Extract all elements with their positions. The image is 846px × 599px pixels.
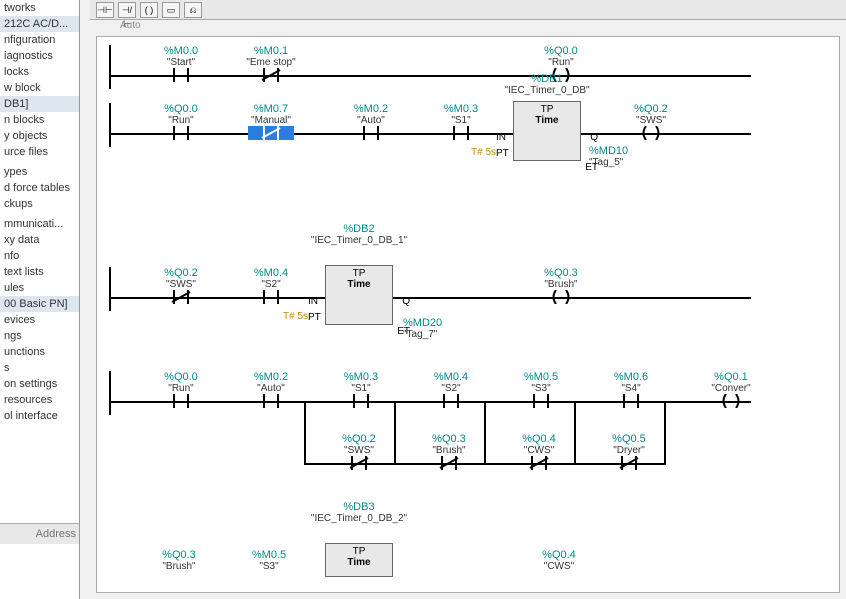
- tree-item[interactable]: tworks: [0, 0, 79, 16]
- project-tree-sidebar[interactable]: tworks 212C AC/D... nfiguration iagnosti…: [0, 0, 80, 599]
- tree-item[interactable]: urce files: [0, 144, 79, 160]
- pin-q: Q: [402, 296, 410, 307]
- timer-instance: %DB2: [309, 223, 409, 235]
- pt-value[interactable]: T# 5s: [283, 311, 308, 322]
- pt-value[interactable]: T# 5s: [471, 147, 496, 158]
- no-contact[interactable]: %M0.4"S2": [411, 371, 491, 411]
- tree-item[interactable]: mmunicati...: [0, 216, 79, 232]
- tree-item[interactable]: on settings: [0, 376, 79, 392]
- tree-item[interactable]: 00 Basic PN]: [0, 296, 79, 312]
- et-name: "Tag_7": [403, 329, 442, 340]
- rung-4[interactable]: %Q0.0"Run" %M0.2"Auto" %M0.3"S1" %M0.4"S…: [109, 371, 827, 491]
- no-contact[interactable]: %Q0.0"Run": [141, 371, 221, 411]
- no-contact[interactable]: %Q0.0 "Run": [141, 103, 221, 143]
- rung-1[interactable]: %M0.0 "Start" %M0.1 "Eme stop" %Q0.0 "Ru…: [109, 45, 827, 89]
- pin-in: IN: [308, 296, 318, 307]
- pin-pt: PT: [496, 148, 509, 159]
- contact[interactable]: %M0.5"S3": [229, 549, 309, 572]
- tree-item[interactable]: w block: [0, 80, 79, 96]
- pin-pt: PT: [308, 312, 321, 323]
- tree-item[interactable]: xy data: [0, 232, 79, 248]
- nc-contact[interactable]: %M0.1 "Eme stop": [231, 45, 311, 85]
- timer-instance: %DB1: [497, 73, 597, 85]
- timer-name: "IEC_Timer_0_DB": [497, 85, 597, 96]
- tool-btn-5[interactable]: ⎌: [184, 2, 202, 18]
- no-contact[interactable]: %M0.4 "S2": [231, 267, 311, 307]
- tree-item[interactable]: s: [0, 360, 79, 376]
- tree-item[interactable]: resources: [0, 392, 79, 408]
- tree-item[interactable]: nfiguration: [0, 32, 79, 48]
- output-coil[interactable]: %Q0.3 "Brush": [521, 267, 601, 307]
- tree-item[interactable]: text lists: [0, 264, 79, 280]
- tree-item[interactable]: ckups: [0, 196, 79, 212]
- tree-item[interactable]: ules: [0, 280, 79, 296]
- et-addr: %MD20: [403, 317, 442, 329]
- nc-contact[interactable]: %Q0.2 "SWS": [141, 267, 221, 307]
- tool-btn-1[interactable]: ⊣⊢: [96, 2, 114, 18]
- timer-instance: %DB3: [309, 501, 409, 513]
- no-contact[interactable]: %M0.5"S3": [501, 371, 581, 411]
- no-contact[interactable]: %M0.6"S4": [591, 371, 671, 411]
- tree-item[interactable]: nfo: [0, 248, 79, 264]
- no-contact[interactable]: %M0.0 "Start": [141, 45, 221, 85]
- tool-btn-2[interactable]: ⊣/⊢: [118, 2, 136, 18]
- output-coil[interactable]: %Q0.4"CWS": [519, 549, 599, 572]
- auto-label: Auto: [120, 20, 141, 31]
- rung-2[interactable]: %Q0.0 "Run" %M0.7 "Manual" %M0.2 "Auto" …: [109, 103, 827, 213]
- nc-contact[interactable]: %Q0.3"Brush": [409, 433, 489, 473]
- nc-contact[interactable]: %Q0.2"SWS": [319, 433, 399, 473]
- no-contact[interactable]: %M0.3 "S1": [421, 103, 501, 143]
- tree-item[interactable]: locks: [0, 64, 79, 80]
- tree-item[interactable]: 212C AC/D...: [0, 16, 79, 32]
- timer-block[interactable]: TP Time IN Q PT ET: [325, 265, 393, 325]
- no-contact[interactable]: %M0.2 "Auto": [331, 103, 411, 143]
- output-coil[interactable]: %Q0.1"Conver": [691, 371, 771, 411]
- tree-item[interactable]: ngs: [0, 328, 79, 344]
- timer-name: "IEC_Timer_0_DB_2": [309, 513, 409, 524]
- rung-3[interactable]: %DB2 "IEC_Timer_0_DB_1" %Q0.2 "SWS" %M0.…: [109, 227, 827, 357]
- pin-q: Q: [590, 132, 598, 143]
- tree-item[interactable]: iagnostics: [0, 48, 79, 64]
- tree-item[interactable]: d force tables: [0, 180, 79, 196]
- nc-contact[interactable]: %Q0.5"Dryer": [589, 433, 669, 473]
- tree-item[interactable]: y objects: [0, 128, 79, 144]
- tree-item[interactable]: DB1]: [0, 96, 79, 112]
- tool-btn-3[interactable]: ( ): [140, 2, 158, 18]
- timer-block[interactable]: TP Time: [325, 543, 393, 577]
- tree-item[interactable]: n blocks: [0, 112, 79, 128]
- no-contact[interactable]: %M0.2"Auto": [231, 371, 311, 411]
- pin-in: IN: [496, 132, 506, 143]
- ladder-editor[interactable]: %M0.0 "Start" %M0.1 "Eme stop" %Q0.0 "Ru…: [96, 36, 840, 593]
- et-name: "Tag_5": [589, 157, 628, 168]
- no-contact[interactable]: %M0.3"S1": [321, 371, 401, 411]
- contact[interactable]: %Q0.3"Brush": [139, 549, 219, 572]
- output-coil[interactable]: %Q0.2 "SWS": [611, 103, 691, 143]
- tree-item[interactable]: unctions: [0, 344, 79, 360]
- et-addr: %MD10: [589, 145, 628, 157]
- timer-block[interactable]: TP Time IN Q PT ET: [513, 101, 581, 161]
- timer-name: "IEC_Timer_0_DB_1": [309, 235, 409, 246]
- tree-item[interactable]: ol interface: [0, 408, 79, 424]
- nc-contact[interactable]: %Q0.4"CWS": [499, 433, 579, 473]
- rung-5[interactable]: %DB3 "IEC_Timer_0_DB_2" TP Time %Q0.3"Br…: [109, 505, 827, 575]
- address-input[interactable]: [0, 524, 80, 544]
- tree-item[interactable]: ypes: [0, 164, 79, 180]
- address-field[interactable]: [0, 523, 80, 544]
- ladder-toolbar: ⊣⊢ ⊣/⊢ ( ) ▭ ⎌: [90, 0, 846, 20]
- tree-item[interactable]: evices: [0, 312, 79, 328]
- nc-contact-selected[interactable]: %M0.7 "Manual": [231, 103, 311, 143]
- tool-btn-4[interactable]: ▭: [162, 2, 180, 18]
